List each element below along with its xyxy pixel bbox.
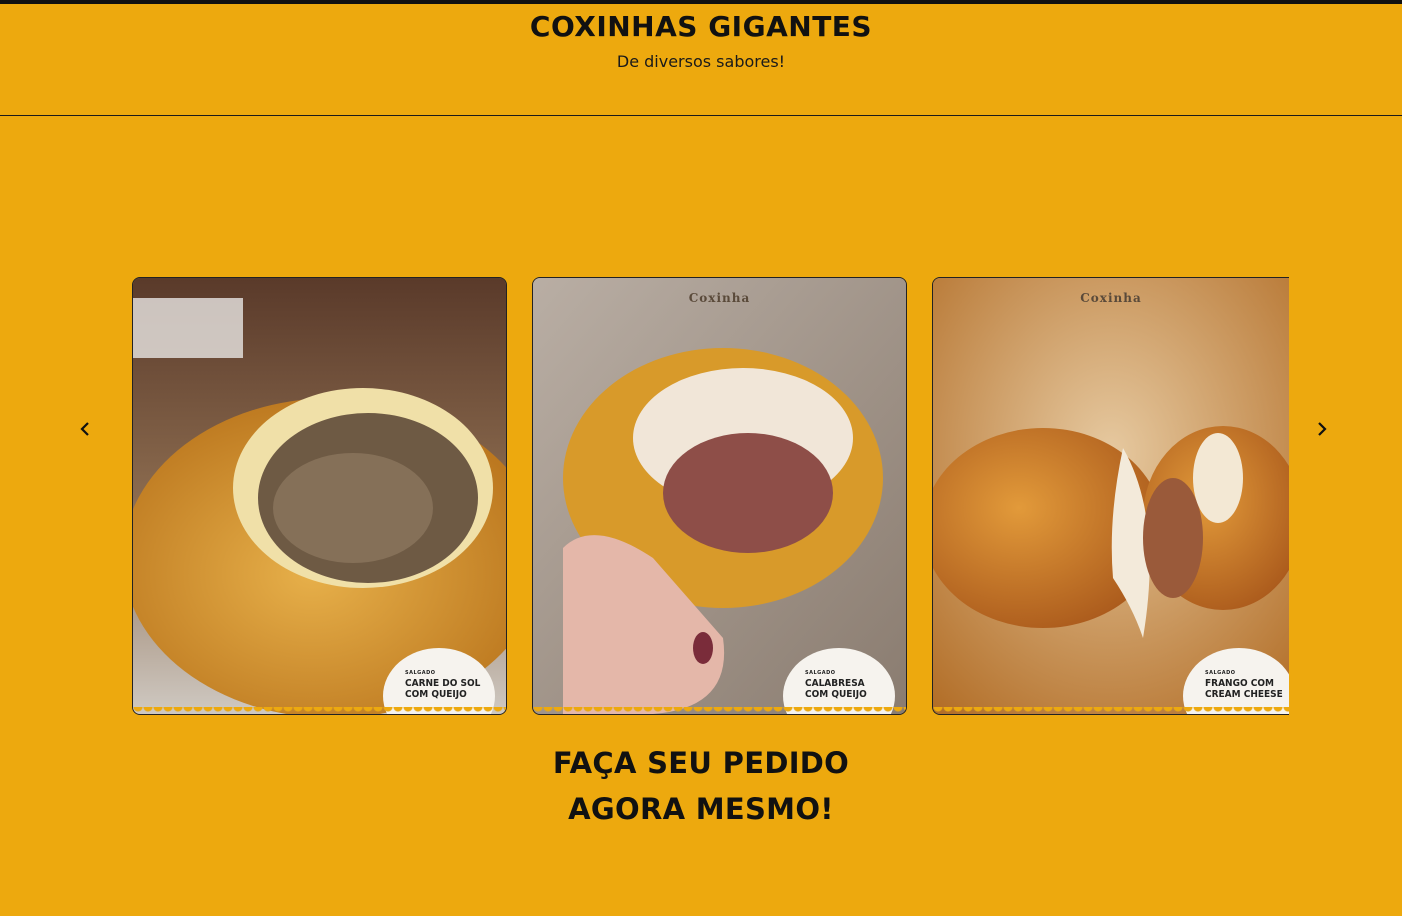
badge-category: SALGADO	[1205, 670, 1236, 676]
carousel-slide[interactable]: Coxinha SALGADO FRANGO COM CREAM CHEESE	[932, 277, 1289, 715]
order-call-to-action: FAÇA SEU PEDIDO AGORA MESMO!	[0, 740, 1402, 832]
carousel-prev-button[interactable]	[73, 417, 97, 441]
product-carousel: SALGADO CARNE DO SOL COM QUEIJO Coxinha …	[0, 277, 1402, 715]
brand-watermark: Coxinha	[1080, 291, 1142, 305]
cta-line-2: AGORA MESMO!	[568, 792, 834, 826]
carousel-slide[interactable]: SALGADO CARNE DO SOL COM QUEIJO	[132, 277, 507, 715]
wave-border	[533, 707, 906, 714]
wave-border	[933, 707, 1289, 714]
page-subtitle: De diversos sabores!	[616, 52, 786, 71]
chevron-right-icon	[1318, 422, 1327, 436]
brand-watermark: Coxinha	[688, 291, 751, 305]
badge-category: SALGADO	[805, 670, 836, 676]
page-header: COXINHAS GIGANTES De diversos sabores!	[0, 4, 1402, 116]
cta-line-1: FAÇA SEU PEDIDO	[552, 746, 850, 780]
badge-flavor: CALABRESA COM QUEIJO	[805, 678, 867, 700]
carousel-next-button[interactable]	[1310, 417, 1334, 441]
badge-flavor: CARNE DO SOL COM QUEIJO	[405, 678, 481, 700]
badge-category: SALGADO	[405, 670, 436, 676]
badge-flavor: FRANGO COM CREAM CHEESE	[1205, 678, 1283, 700]
carousel-slide[interactable]: Coxinha SALGADO CALABRESA COM QUEIJO	[532, 277, 907, 715]
chevron-left-icon	[80, 422, 89, 436]
page-title: COXINHAS GIGANTES	[529, 10, 873, 43]
wave-border	[133, 707, 506, 714]
